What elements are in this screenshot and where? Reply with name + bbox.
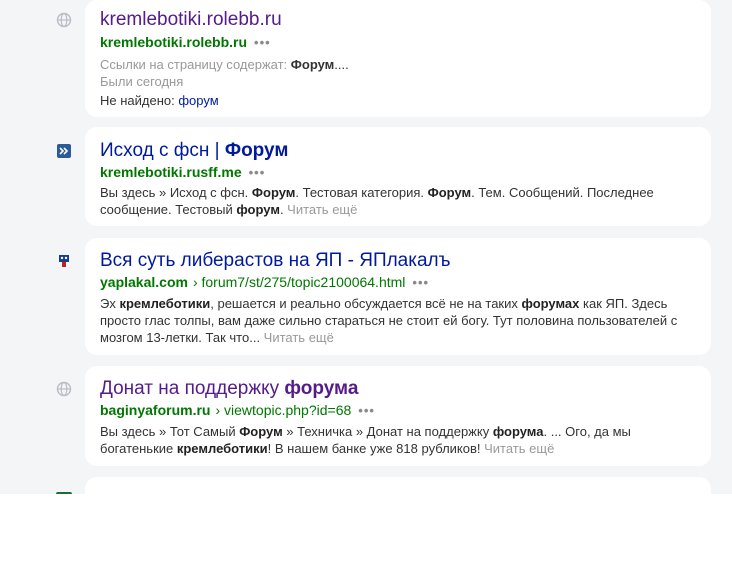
more-options-icon[interactable]: ••• [412, 273, 429, 292]
result-host[interactable]: kremlebotiki.rolebb.ru [100, 33, 247, 52]
globe-icon [56, 381, 72, 397]
result-title-link[interactable]: Исход с фсн | Форум [100, 140, 697, 162]
result-card: Донат на поддержку форума baginyaforum.r… [85, 366, 711, 466]
not-found-word-link[interactable]: форум [178, 93, 218, 108]
result-card: kremlebotiki.rolebb.ru kremlebotiki.role… [85, 0, 711, 117]
result-url: kremlebotiki.rolebb.ru ••• [100, 33, 697, 52]
yaplakal-icon [56, 253, 72, 269]
rusff-icon [56, 143, 72, 159]
more-options-icon[interactable]: ••• [249, 163, 266, 182]
result-url: kremlebotiki.rusff.me ••• [100, 163, 697, 182]
result-card-partial [85, 477, 711, 494]
result-title-link[interactable]: Вся суть либерастов на ЯП - ЯПлакалъ [100, 250, 697, 272]
search-results-area: kremlebotiki.rolebb.ru kremlebotiki.role… [0, 0, 732, 494]
result-host[interactable]: yaplakal.com [100, 273, 188, 292]
result-card: Вся суть либерастов на ЯП - ЯПлакалъ yap… [85, 238, 711, 355]
result-not-found: Не найдено: форум [100, 93, 219, 108]
result-snippet: Вы здесь » Исход с фсн. Форум. Тестовая … [100, 185, 654, 217]
read-more-link[interactable]: Читать ещё [484, 441, 554, 456]
result-host[interactable]: kremlebotiki.rusff.me [100, 163, 242, 182]
result-snippet: Эх кремлеботики, решается и реально обсу… [100, 296, 678, 345]
result-url: yaplakal.com › forum7/st/275/topic210006… [100, 273, 697, 292]
more-options-icon[interactable]: ••• [254, 33, 271, 52]
site-icon [56, 492, 72, 494]
result-snippet: Вы здесь » Тот Самый Форум » Техничка » … [100, 424, 631, 456]
result-meta-links: Ссылки на страницу содержат: Форум.... [100, 57, 349, 72]
result-path[interactable]: › viewtopic.php?id=68 [215, 401, 351, 420]
more-options-icon[interactable]: ••• [358, 401, 375, 420]
result-host[interactable]: baginyaforum.ru [100, 401, 210, 420]
result-meta-visited: Были сегодня [100, 74, 184, 89]
result-path[interactable]: › forum7/st/275/topic2100064.html [193, 273, 405, 292]
read-more-link[interactable]: Читать ещё [287, 202, 357, 217]
result-title-link[interactable]: Донат на поддержку форума [100, 378, 697, 400]
globe-icon [56, 12, 72, 28]
result-url: baginyaforum.ru › viewtopic.php?id=68 ••… [100, 401, 697, 420]
result-card: Исход с фсн | Форум kremlebotiki.rusff.m… [85, 127, 711, 226]
result-title-link[interactable]: kremlebotiki.rolebb.ru [100, 9, 697, 31]
read-more-link[interactable]: Читать ещё [264, 330, 334, 345]
